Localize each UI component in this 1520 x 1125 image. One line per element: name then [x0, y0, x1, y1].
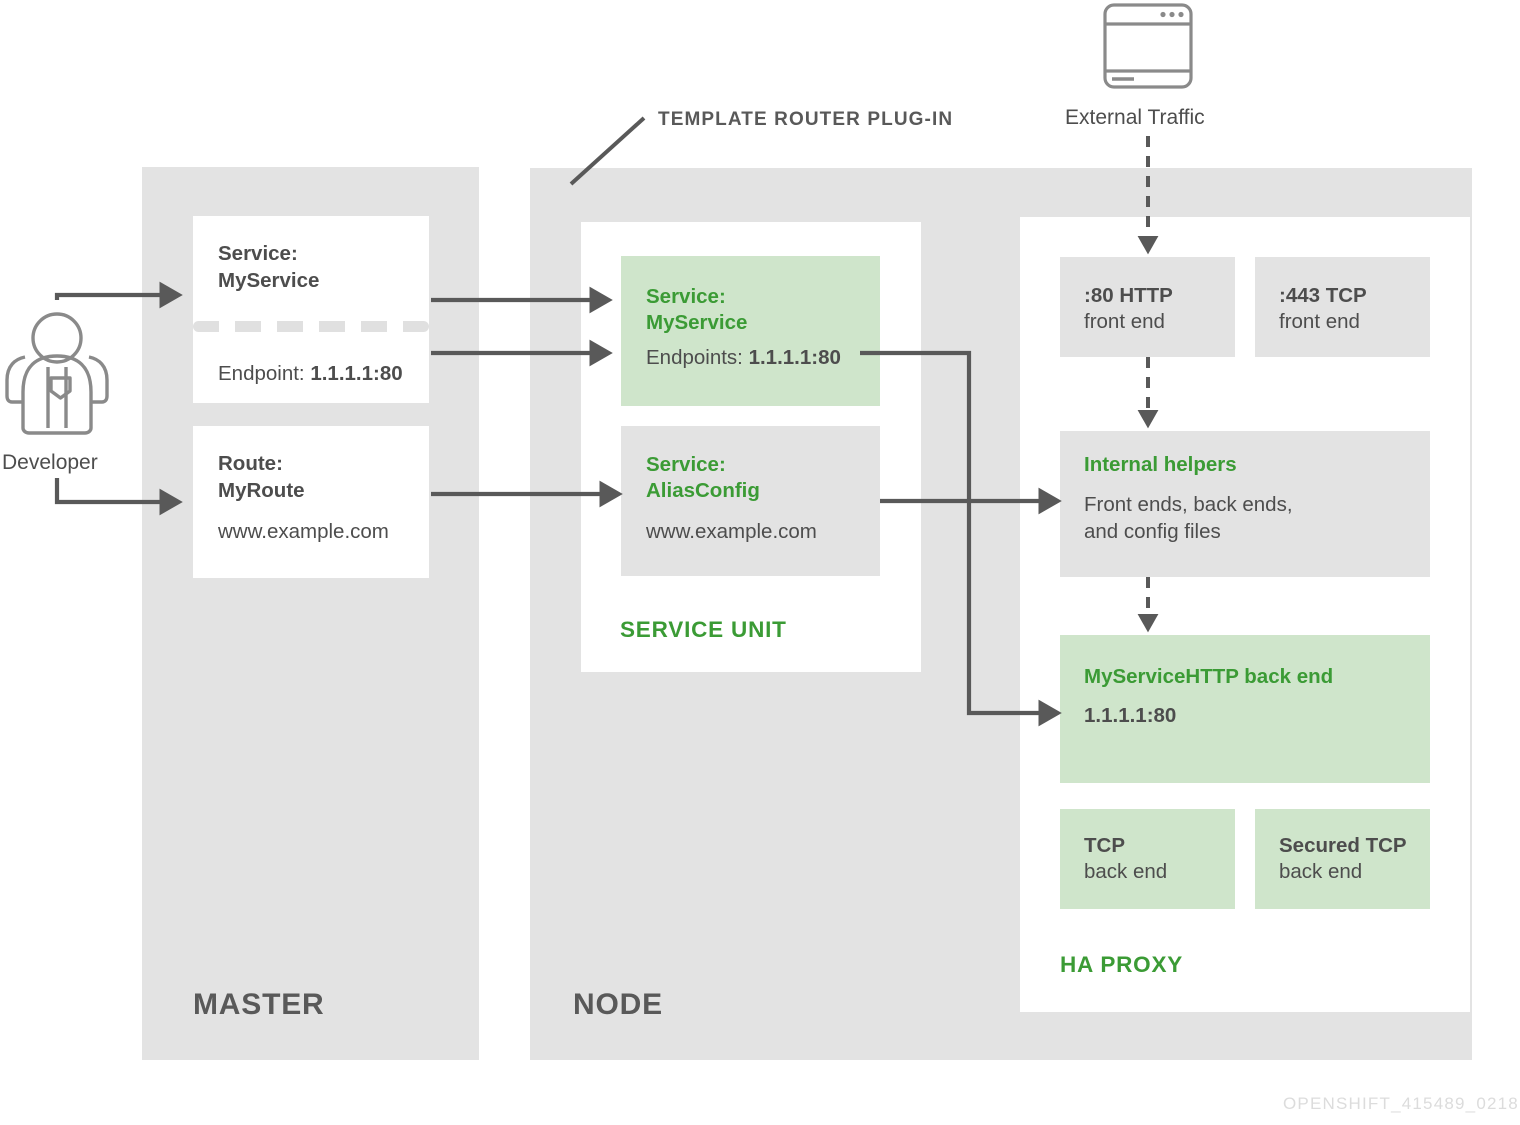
- developer-caption: Developer: [2, 451, 98, 474]
- master-endpoint-label: Endpoint:: [218, 362, 311, 385]
- service-unit-endpoints-row: Endpoints: 1.1.1.1:80: [646, 344, 841, 371]
- service-unit-alias-title-line2: AliasConfig: [646, 479, 760, 502]
- browser-window-icon: [1103, 3, 1193, 89]
- internal-helpers-desc-line1: Front ends, back ends,: [1084, 493, 1293, 516]
- internal-helpers-desc-line2: and config files: [1084, 520, 1221, 543]
- architecture-diagram: MASTER Service: MyService Endpoint: 1.1.…: [0, 0, 1520, 1125]
- service-unit-label: SERVICE UNIT: [620, 617, 787, 642]
- master-route-title-line1: Route:: [218, 452, 283, 475]
- internal-helpers-title: Internal helpers: [1084, 453, 1237, 476]
- secured-tcp-back-end-name: Secured TCP: [1279, 834, 1407, 857]
- secured-tcp-back-end-role: back end: [1279, 860, 1363, 883]
- developer-person-icon: [5, 312, 109, 435]
- watermark: OPENSHIFT_415489_0218: [1283, 1094, 1519, 1113]
- node-label: NODE: [573, 988, 663, 1021]
- master-endpoint-value: 1.1.1.1:80: [310, 362, 403, 385]
- front-end-tcp-role: front end: [1279, 310, 1360, 333]
- tcp-back-end-name: TCP: [1084, 834, 1125, 857]
- master-service-title-line1: Service:: [218, 242, 298, 265]
- external-traffic-caption: External Traffic: [1065, 106, 1205, 129]
- service-endpoint-divider: [193, 321, 429, 332]
- tcp-back-end-role: back end: [1084, 860, 1168, 883]
- master-service-title-line2: MyService: [218, 269, 320, 292]
- front-end-tcp-port: :443 TCP: [1279, 284, 1367, 307]
- http-back-end-address: 1.1.1.1:80: [1084, 704, 1177, 727]
- front-end-http-role: front end: [1084, 310, 1165, 333]
- service-unit-alias-host: www.example.com: [646, 520, 817, 543]
- service-unit-service-title-line2: MyService: [646, 311, 748, 334]
- haproxy-label: HA PROXY: [1060, 952, 1184, 977]
- service-unit-alias-title-line1: Service:: [646, 453, 726, 476]
- master-route-title-line2: MyRoute: [218, 479, 305, 502]
- master-route-host: www.example.com: [218, 520, 389, 543]
- template-router-plugin-label: TEMPLATE ROUTER PLUG-IN: [658, 109, 954, 130]
- service-unit-endpoints-value: 1.1.1.1:80: [748, 346, 841, 369]
- service-unit-service-title-line1: Service:: [646, 285, 726, 308]
- http-back-end-title: MyServiceHTTP back end: [1084, 665, 1334, 688]
- front-end-http-port: :80 HTTP: [1084, 284, 1173, 307]
- master-label: MASTER: [193, 988, 325, 1021]
- service-unit-endpoints-label: Endpoints:: [646, 346, 749, 369]
- master-endpoint-row: Endpoint: 1.1.1.1:80: [218, 360, 403, 387]
